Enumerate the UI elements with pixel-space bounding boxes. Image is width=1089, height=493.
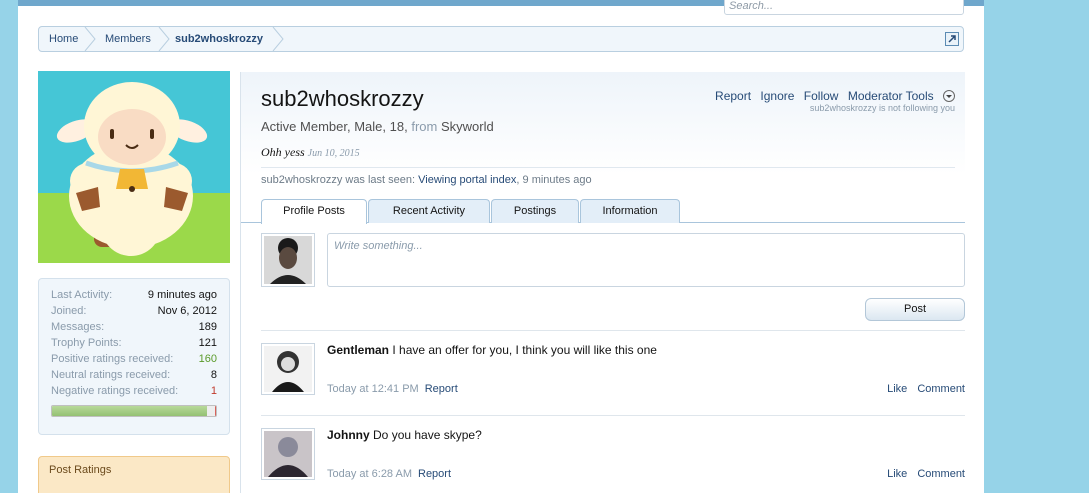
last-seen-time: 9 minutes ago bbox=[522, 174, 592, 186]
post-ratings-header[interactable]: Post Ratings bbox=[38, 456, 230, 493]
stat-value: 8 bbox=[210, 369, 217, 381]
profile-info: Active Member, Male, 18, from Skyworld bbox=[261, 119, 494, 134]
like-link[interactable]: Like bbox=[887, 383, 907, 395]
profile-sidebar bbox=[38, 71, 230, 263]
rating-bar-positive bbox=[52, 406, 208, 416]
stat-row: Last Activity: 9 minutes ago bbox=[51, 289, 217, 305]
stat-row: Trophy Points: 121 bbox=[51, 337, 217, 353]
tab-profile-posts[interactable]: Profile Posts bbox=[261, 199, 367, 224]
tab-postings[interactable]: Postings bbox=[491, 199, 579, 223]
user-gender: Male bbox=[354, 119, 383, 134]
last-seen: sub2whoskrozzy was last seen: Viewing po… bbox=[261, 167, 955, 186]
post-time[interactable]: Today at 6:28 AM bbox=[327, 468, 412, 480]
comment-link[interactable]: Comment bbox=[917, 468, 965, 480]
post-avatar[interactable] bbox=[261, 343, 315, 395]
stat-label: Joined: bbox=[51, 305, 87, 317]
stat-row: Messages: 189 bbox=[51, 321, 217, 337]
breadcrumb-separator-icon bbox=[158, 27, 170, 51]
user-location[interactable]: Skyworld bbox=[441, 119, 494, 134]
post-links: Like Comment bbox=[877, 468, 965, 480]
post-time[interactable]: Today at 12:41 PM bbox=[327, 383, 419, 395]
profile-post: Johnny Do you have skype? Today at 6:28 … bbox=[261, 415, 965, 493]
status-text: Ohh yess bbox=[261, 145, 305, 159]
stat-label: Neutral ratings received: bbox=[51, 369, 171, 381]
profile-post: Gentleman I have an offer for you, I thi… bbox=[261, 330, 965, 415]
status-message: Ohh yess Jun 10, 2015 bbox=[261, 145, 360, 160]
post-body: I have an offer for you, I think you wil… bbox=[392, 343, 657, 357]
stat-value: 1 bbox=[210, 385, 217, 397]
stat-value[interactable]: 121 bbox=[199, 337, 217, 349]
rating-bar bbox=[51, 405, 217, 417]
member-stats: Last Activity: 9 minutes ago Joined: Nov 6… bbox=[38, 278, 230, 435]
user-age: 18 bbox=[389, 119, 405, 134]
post-author[interactable]: Johnny bbox=[327, 428, 370, 442]
post-text: Johnny Do you have skype? bbox=[327, 428, 482, 442]
from-label: from bbox=[411, 119, 438, 134]
last-seen-action[interactable]: Viewing portal bbox=[418, 174, 487, 186]
breadcrumb-current[interactable]: sub2whoskrozzy bbox=[175, 27, 263, 51]
post-body: Do you have skype? bbox=[373, 428, 482, 442]
follow-link[interactable]: Follow bbox=[804, 89, 839, 103]
rating-bar-negative bbox=[215, 406, 216, 416]
stat-row: Negative ratings received: 1 bbox=[51, 385, 217, 401]
comment-link[interactable]: Comment bbox=[917, 383, 965, 395]
stat-label: Messages: bbox=[51, 321, 105, 333]
last-seen-prefix: sub2whoskrozzy was last seen: bbox=[261, 174, 416, 186]
like-link[interactable]: Like bbox=[887, 468, 907, 480]
user-title: Active Member bbox=[261, 119, 347, 134]
chevron-down-icon[interactable] bbox=[943, 90, 955, 102]
moderator-tools-link[interactable]: Moderator Tools bbox=[848, 89, 934, 103]
ignore-link[interactable]: Ignore bbox=[760, 89, 794, 103]
stat-row: Joined: Nov 6, 2012 bbox=[51, 305, 217, 321]
stat-label: Trophy Points: bbox=[51, 337, 122, 349]
stat-value: 9 minutes ago bbox=[147, 289, 217, 301]
stat-label: Negative ratings received: bbox=[51, 385, 179, 397]
stat-row: Positive ratings received: 160 bbox=[51, 353, 217, 369]
profile-avatar[interactable] bbox=[38, 71, 230, 263]
my-avatar[interactable] bbox=[261, 233, 315, 287]
profile-actions: Report Ignore Follow Moderator Tools bbox=[709, 89, 955, 103]
post-links: Like Comment bbox=[877, 383, 965, 395]
post-report-link[interactable]: Report bbox=[418, 468, 451, 480]
jump-to-icon[interactable] bbox=[945, 32, 959, 46]
tab-information[interactable]: Information bbox=[580, 199, 680, 223]
post-button[interactable]: Post bbox=[865, 298, 965, 321]
stat-value: 160 bbox=[198, 353, 217, 365]
page-container: Home Members sub2whoskrozzy Last Activit… bbox=[18, 6, 984, 493]
stat-value[interactable]: 189 bbox=[199, 321, 217, 333]
status-date: Jun 10, 2015 bbox=[307, 148, 360, 159]
stat-label: Positive ratings received: bbox=[51, 353, 174, 365]
post-meta: Today at 12:41 PM Report bbox=[327, 383, 458, 395]
post-meta: Today at 6:28 AM Report bbox=[327, 468, 451, 480]
stat-row: Neutral ratings received: 8 bbox=[51, 369, 217, 385]
last-seen-link[interactable]: index bbox=[490, 174, 516, 186]
tab-recent-activity[interactable]: Recent Activity bbox=[368, 199, 490, 223]
stat-label: Last Activity: bbox=[51, 289, 113, 301]
breadcrumb-separator-icon bbox=[272, 27, 284, 51]
report-link[interactable]: Report bbox=[715, 89, 751, 103]
breadcrumb-members[interactable]: Members bbox=[105, 27, 151, 51]
post-author[interactable]: Gentleman bbox=[327, 343, 389, 357]
post-text: Gentleman I have an offer for you, I thi… bbox=[327, 343, 657, 357]
breadcrumb-home[interactable]: Home bbox=[49, 27, 78, 51]
post-avatar[interactable] bbox=[261, 428, 315, 480]
profile-header: sub2whoskrozzy Active Member, Male, 18, … bbox=[241, 72, 965, 218]
breadcrumb: Home Members sub2whoskrozzy bbox=[38, 26, 964, 52]
post-report-link[interactable]: Report bbox=[425, 383, 458, 395]
profile-main: sub2whoskrozzy Active Member, Male, 18, … bbox=[240, 72, 965, 493]
follow-note: sub2whoskrozzy is not following you bbox=[809, 103, 955, 113]
compose-input[interactable]: Write something... bbox=[327, 233, 965, 287]
profile-username: sub2whoskrozzy bbox=[261, 86, 424, 111]
profile-tabs: Profile Posts Recent Activity Postings I… bbox=[241, 199, 965, 224]
breadcrumb-separator-icon bbox=[84, 27, 96, 51]
stat-value: Nov 6, 2012 bbox=[157, 305, 217, 317]
search-input[interactable]: Search... bbox=[724, 0, 964, 15]
